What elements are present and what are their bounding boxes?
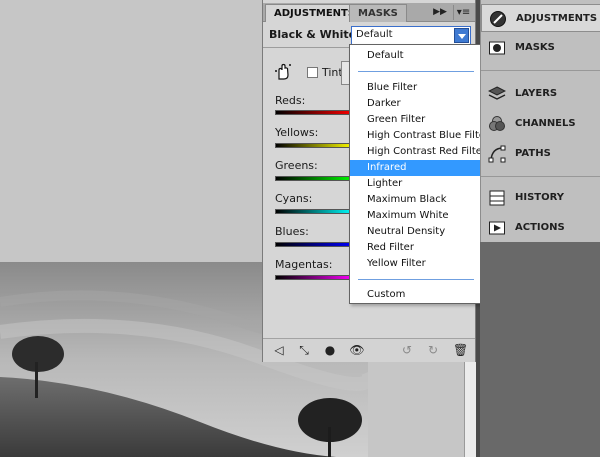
slider-track-yellows[interactable] <box>275 143 355 148</box>
collapse-panel-icon[interactable]: ▶▶ <box>431 5 449 20</box>
trash-icon[interactable]: 🗑 <box>453 343 468 358</box>
preset-option[interactable]: Green Filter <box>350 112 480 128</box>
dock-label-channels: CHANNELS <box>515 118 576 129</box>
canvas-background-strip <box>368 362 464 457</box>
dock-label-masks: MASKS <box>515 42 555 53</box>
preset-option-selected[interactable]: Infrared <box>350 160 480 176</box>
dock-label-adjustments: ADJUSTMENTS <box>516 13 598 24</box>
dock-separator <box>481 176 600 177</box>
tint-checkbox[interactable] <box>307 67 318 78</box>
preset-option[interactable]: High Contrast Blue Filter <box>350 128 489 144</box>
channels-icon <box>488 115 506 133</box>
dock-separator <box>481 70 600 71</box>
dock-label-layers: LAYERS <box>515 88 558 99</box>
slider-label-blues: Blues: <box>275 225 309 238</box>
adjustments-icon <box>489 10 507 28</box>
expand-view-icon[interactable]: ⤡ <box>295 343 313 358</box>
collapsed-panels: ADJUSTMENTS MASKS LAYERS CHANNELS PATHS … <box>480 0 600 242</box>
dock-item-adjustments[interactable]: ADJUSTMENTS <box>481 4 600 32</box>
dock-item-masks[interactable]: MASKS <box>481 34 600 62</box>
reset-icon[interactable]: ↻ <box>425 343 441 358</box>
preset-option[interactable]: Darker <box>350 96 480 112</box>
masks-icon <box>488 39 506 57</box>
adjustment-title: Black & White <box>269 28 357 41</box>
tab-masks[interactable]: MASKS <box>349 4 407 22</box>
targeted-adjustment-hand-icon[interactable] <box>273 62 293 82</box>
back-arrow-icon[interactable]: ◁ <box>271 343 287 358</box>
previous-state-icon[interactable]: ↺ <box>399 343 415 358</box>
slider-label-greens: Greens: <box>275 159 318 172</box>
dock-item-channels[interactable]: CHANNELS <box>481 110 600 138</box>
actions-play-icon <box>488 219 506 237</box>
panel-tab-strip: ADJUSTMENTS MASKS ▶▶ ▾≡ <box>263 3 475 22</box>
tint-label: Tint <box>322 66 343 79</box>
slider-track-magentas[interactable] <box>275 275 355 280</box>
slider-track-reds[interactable] <box>275 110 355 115</box>
preset-option[interactable]: Neutral Density <box>350 224 480 240</box>
preset-dropdown-value: Default <box>356 29 393 40</box>
dock-item-actions[interactable]: ACTIONS <box>481 214 600 242</box>
layers-icon <box>487 85 507 103</box>
slider-label-reds: Reds: <box>275 94 306 107</box>
preset-option[interactable]: Default <box>350 48 480 64</box>
canvas-background <box>0 0 262 262</box>
dock-label-history: HISTORY <box>515 192 565 203</box>
vertical-scrollbar[interactable] <box>464 362 476 457</box>
preset-option[interactable]: Red Filter <box>350 240 480 256</box>
preset-option[interactable]: Lighter <box>350 176 480 192</box>
slider-track-cyans[interactable] <box>275 209 355 214</box>
history-icon <box>488 189 506 207</box>
preset-dropdown-list: Default Blue Filter Darker Green Filter … <box>349 44 489 304</box>
preset-option[interactable]: Blue Filter <box>350 80 480 96</box>
photoshop-workspace: ADJUSTMENTS MASKS ▶▶ ▾≡ Black & White De… <box>0 0 600 457</box>
dock-item-paths[interactable]: PATHS <box>481 140 600 168</box>
panel-dock: ADJUSTMENTS MASKS LAYERS CHANNELS PATHS … <box>480 0 600 457</box>
slider-label-magentas: Magentas: <box>275 258 333 271</box>
slider-track-blues[interactable] <box>275 242 355 247</box>
preset-option[interactable]: Custom <box>350 287 480 303</box>
list-separator <box>358 279 474 280</box>
dock-item-history[interactable]: HISTORY <box>481 184 600 212</box>
preset-option[interactable]: High Contrast Red Filter <box>350 144 486 160</box>
panel-footer-toolbar: ◁ ⤡ ● 👁 ↺ ↻ 🗑 <box>263 338 475 362</box>
visibility-eye-icon[interactable]: 👁 <box>349 343 365 358</box>
slider-track-greens[interactable] <box>275 176 355 181</box>
preset-option[interactable]: Maximum White <box>350 208 480 224</box>
slider-label-cyans: Cyans: <box>275 192 313 205</box>
chevron-down-icon[interactable] <box>454 28 469 43</box>
dock-label-actions: ACTIONS <box>515 222 565 233</box>
preset-option[interactable]: Maximum Black <box>350 192 480 208</box>
dock-label-paths: PATHS <box>515 148 551 159</box>
preset-dropdown[interactable]: Default <box>351 26 471 45</box>
list-separator <box>358 71 474 72</box>
paths-icon <box>488 145 506 163</box>
preset-option[interactable]: Yellow Filter <box>350 256 480 272</box>
panel-menu-icon[interactable]: ▾≡ <box>453 5 473 20</box>
slider-label-yellows: Yellows: <box>275 126 319 139</box>
dock-item-layers[interactable]: LAYERS <box>481 80 600 108</box>
clip-to-layer-icon[interactable]: ● <box>323 343 337 358</box>
